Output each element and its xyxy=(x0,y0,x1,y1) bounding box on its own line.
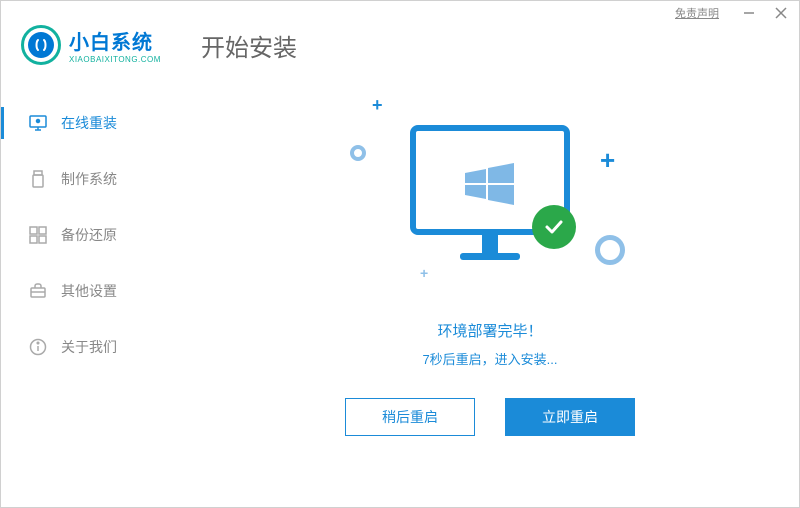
decoration-circle-icon xyxy=(595,235,625,265)
sidebar-item-label: 关于我们 xyxy=(61,337,117,357)
monitor-stand xyxy=(482,235,498,255)
monitor-base xyxy=(460,253,520,260)
sidebar-item-label: 备份还原 xyxy=(61,225,117,245)
decoration-plus-icon: + xyxy=(600,145,615,176)
sidebar-item-label: 其他设置 xyxy=(61,281,117,301)
logo-title: 小白系统 xyxy=(69,26,161,55)
decoration-plus-icon: + xyxy=(372,95,383,116)
sidebar-item-label: 在线重装 xyxy=(61,113,117,133)
sidebar-item-about[interactable]: 关于我们 xyxy=(1,319,181,375)
page-title: 开始安装 xyxy=(201,28,297,63)
sidebar-item-backup[interactable]: 备份还原 xyxy=(1,207,181,263)
decoration-plus-icon: + xyxy=(420,265,428,281)
status-text: 环境部署完毕！ xyxy=(437,320,542,341)
logo: 小白系统 XIAOBAIXITONG.COM xyxy=(21,25,201,65)
sidebar-item-reinstall[interactable]: 在线重装 xyxy=(1,95,181,151)
monitor-icon xyxy=(29,114,47,132)
toolbox-icon xyxy=(29,282,47,300)
sidebar-item-label: 制作系统 xyxy=(61,169,117,189)
usb-icon xyxy=(29,170,47,188)
logo-subtitle: XIAOBAIXITONG.COM xyxy=(69,55,161,64)
logo-icon xyxy=(21,25,61,65)
decoration-circle-icon xyxy=(350,145,366,161)
main-content: + + + 环境部署完毕！ 7秒后重启，进入安装... 稍后重启 立即重启 xyxy=(181,75,799,495)
header: 小白系统 XIAOBAIXITONG.COM 开始安装 xyxy=(1,25,799,75)
app-window: 免责声明 小白系统 XIAOBAIXITONG.COM 开始安装 xyxy=(0,0,800,508)
button-row: 稍后重启 立即重启 xyxy=(345,398,635,436)
close-button[interactable] xyxy=(771,3,791,23)
sidebar-item-settings[interactable]: 其他设置 xyxy=(1,263,181,319)
minimize-button[interactable] xyxy=(739,3,759,23)
titlebar: 免责声明 xyxy=(1,1,799,25)
sidebar: 在线重装 制作系统 备份还原 其他设置 xyxy=(1,75,181,495)
disclaimer-link[interactable]: 免责声明 xyxy=(675,5,719,21)
info-icon xyxy=(29,338,47,356)
grid-icon xyxy=(29,226,47,244)
restart-later-button[interactable]: 稍后重启 xyxy=(345,398,475,436)
restart-now-button[interactable]: 立即重启 xyxy=(505,398,635,436)
illustration: + + + xyxy=(340,105,640,305)
checkmark-icon xyxy=(532,205,576,249)
sidebar-item-make-system[interactable]: 制作系统 xyxy=(1,151,181,207)
substatus-text: 7秒后重启，进入安装... xyxy=(422,349,557,368)
